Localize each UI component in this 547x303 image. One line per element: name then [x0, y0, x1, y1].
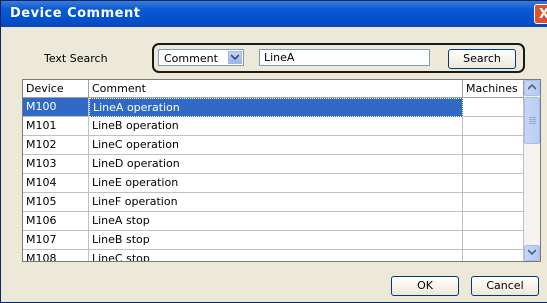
column-header-device[interactable]: Device: [23, 80, 89, 98]
cancel-button[interactable]: Cancel: [471, 276, 539, 296]
cell-comment: LineA operation: [89, 98, 463, 117]
title-bar[interactable]: Device Comment X: [1, 1, 547, 27]
cell-machines: [463, 155, 524, 174]
table-row[interactable]: M100 LineA operation: [23, 98, 524, 117]
cell-device: M103: [23, 155, 89, 174]
table-row[interactable]: M101 LineB operation: [23, 117, 524, 136]
device-comment-dialog: Device Comment X Text Search Comment Lin…: [0, 0, 547, 303]
cell-machines: [463, 98, 524, 117]
arrow-up-icon[interactable]: [524, 80, 540, 96]
cell-device: M100: [23, 98, 89, 117]
cell-device: M104: [23, 174, 89, 193]
chevron-down-icon[interactable]: [228, 51, 242, 64]
cell-comment: LineA stop: [89, 212, 463, 231]
text-search-label: Text Search: [44, 52, 108, 65]
cell-comment: LineD operation: [89, 155, 463, 174]
table-row[interactable]: M103 LineD operation: [23, 155, 524, 174]
window-title: Device Comment: [10, 6, 141, 21]
close-icon: X: [538, 7, 547, 22]
cell-machines: [463, 136, 524, 155]
cell-device: M108: [23, 250, 89, 261]
cell-device: M102: [23, 136, 89, 155]
table-row[interactable]: M104 LineE operation: [23, 174, 524, 193]
scrollbar-thumb[interactable]: [524, 97, 540, 144]
cell-machines: [463, 231, 524, 250]
cell-comment: LineE operation: [89, 174, 463, 193]
cell-comment: LineB operation: [89, 117, 463, 136]
table-row[interactable]: M106 LineA stop: [23, 212, 524, 231]
cell-machines: [463, 250, 524, 261]
close-button[interactable]: X: [534, 4, 547, 24]
search-field-dropdown[interactable]: Comment: [158, 49, 244, 66]
search-field-selected: Comment: [164, 52, 218, 65]
table-row[interactable]: M108 LineC stop: [23, 250, 524, 261]
column-header-comment[interactable]: Comment: [89, 80, 463, 98]
cell-comment: LineC operation: [89, 136, 463, 155]
cell-comment: LineF operation: [89, 193, 463, 212]
table-row[interactable]: M102 LineC operation: [23, 136, 524, 155]
cell-device: M107: [23, 231, 89, 250]
cell-device: M101: [23, 117, 89, 136]
cell-device: M106: [23, 212, 89, 231]
cell-comment: LineB stop: [89, 231, 463, 250]
search-input[interactable]: LineA: [259, 49, 430, 66]
cell-machines: [463, 212, 524, 231]
cell-comment: LineC stop: [89, 250, 463, 261]
cell-device: M105: [23, 193, 89, 212]
device-comment-table: Device Comment Machines M100 LineA operat…: [22, 79, 541, 262]
table-row[interactable]: M107 LineB stop: [23, 231, 524, 250]
search-button[interactable]: Search: [448, 49, 516, 69]
cell-machines: [463, 174, 524, 193]
ok-button[interactable]: OK: [391, 276, 459, 296]
arrow-down-icon[interactable]: [524, 245, 540, 261]
cell-machines: [463, 117, 524, 136]
table-row[interactable]: M105 LineF operation: [23, 193, 524, 212]
column-header-machines[interactable]: Machines: [463, 80, 524, 98]
cell-machines: [463, 193, 524, 212]
vertical-scrollbar[interactable]: [524, 80, 540, 261]
